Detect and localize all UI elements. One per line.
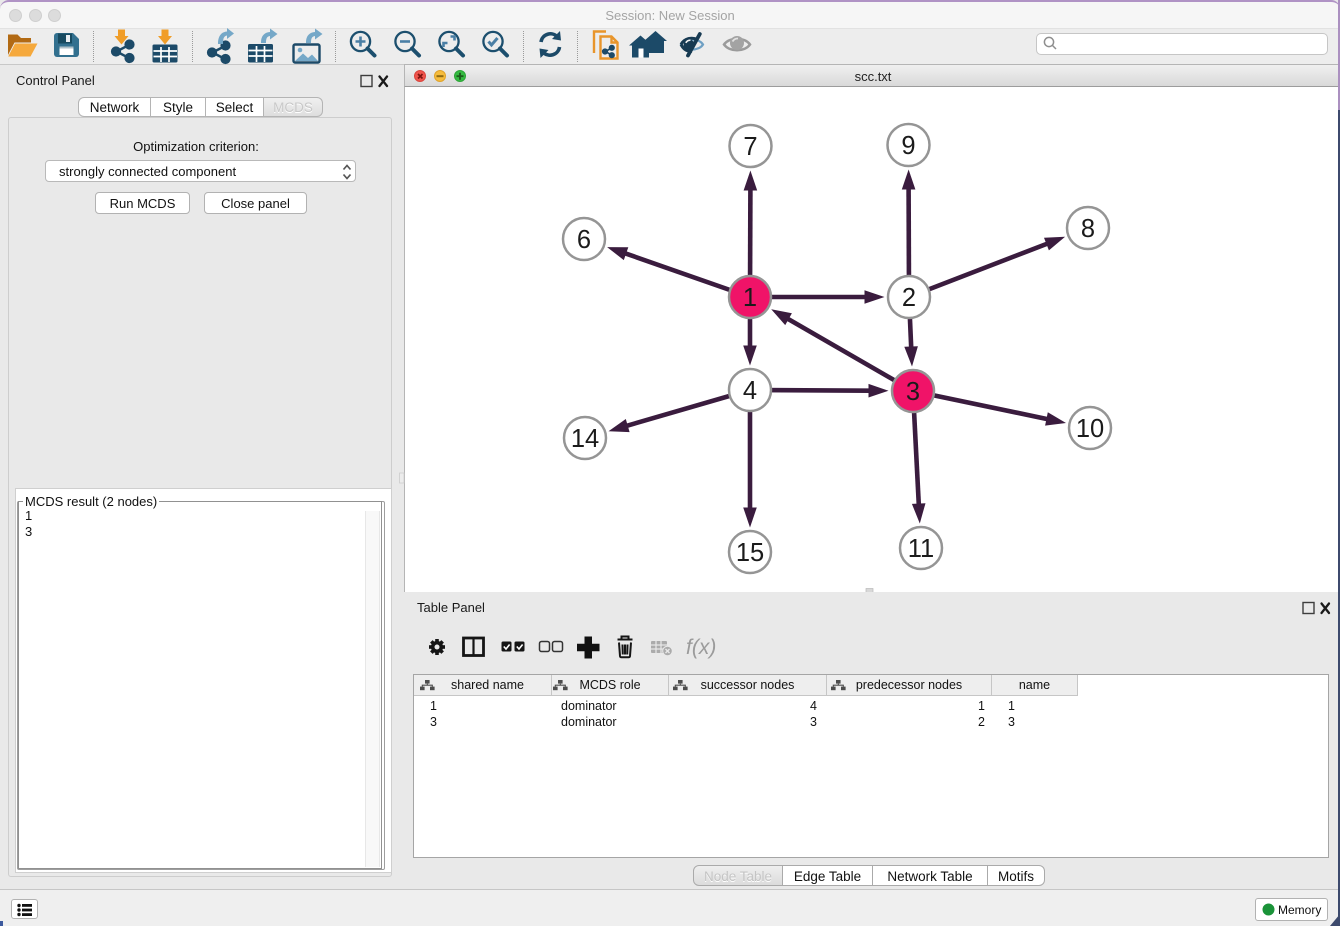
svg-text:4: 4 [743, 377, 757, 405]
svg-text:f(x): f(x) [686, 636, 716, 659]
svg-text:15: 15 [736, 539, 764, 567]
svg-text:11: 11 [908, 535, 934, 563]
svg-text:14: 14 [571, 425, 599, 453]
svg-text:7: 7 [743, 133, 757, 161]
svg-text:3: 3 [906, 378, 920, 406]
svg-text:9: 9 [901, 132, 915, 160]
svg-text:1: 1 [743, 284, 757, 312]
svg-text:2: 2 [902, 284, 916, 312]
svg-text:10: 10 [1076, 415, 1104, 443]
svg-text:8: 8 [1081, 215, 1095, 243]
svg-text:6: 6 [577, 226, 591, 254]
